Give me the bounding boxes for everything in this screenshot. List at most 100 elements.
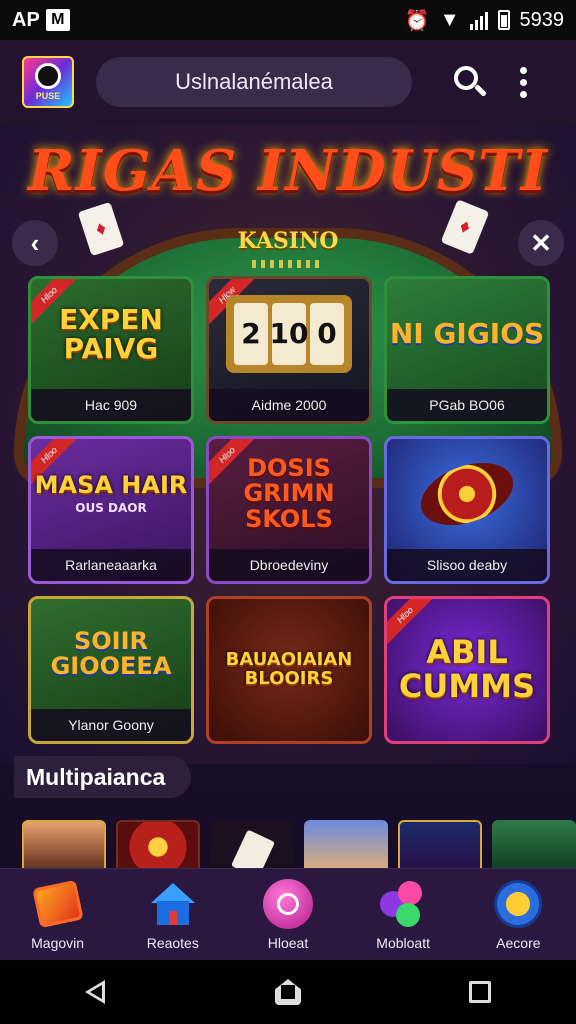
game-thumbnail[interactable]: [398, 820, 482, 874]
game-tile[interactable]: BAUAOIAIAN BLOOIRS: [206, 596, 372, 744]
game-caption: Hac 909: [31, 389, 191, 421]
bottom-nav: Magovin Reaotes Hloeat Mobloatt Aecore: [0, 868, 576, 960]
gmail-icon: M: [45, 9, 70, 31]
hero-banner: RIGAS INDUSTI KASINO ‹ ✕ Hloo EXPEN PAIV…: [0, 124, 576, 764]
bubble: [398, 880, 423, 905]
slot-reels: 2 10 0: [226, 295, 352, 373]
home-icon: [148, 879, 198, 929]
roulette-image: [387, 439, 547, 549]
home-roof: [150, 882, 195, 903]
game-logo: SOIIR GIOOEEA: [50, 626, 172, 680]
recents-icon[interactable]: [460, 972, 500, 1012]
game-logo: NI GIGIOS: [389, 317, 545, 351]
game-caption: Slisoo deaby: [387, 549, 547, 581]
screen: AP M ⏰ ▼ 5939 PUSE Uslnalanémalea RIGAS …: [0, 0, 576, 1024]
badge-icon: [493, 879, 543, 929]
multiplayer-row: [22, 820, 576, 874]
game-tile[interactable]: Hlcw 2 10 0 Aidme 2000: [206, 276, 372, 424]
system-nav-bar: [0, 960, 576, 1024]
game-tile[interactable]: Hloo ABIL CUMMS: [384, 596, 550, 744]
game-tile[interactable]: Hloo DOSIS GRIMN SKOLS Dbroedeviny: [206, 436, 372, 584]
circle-play-icon: [262, 878, 313, 929]
search-handle: [474, 84, 487, 97]
status-time: 5939: [519, 8, 565, 31]
more-options-icon[interactable]: [518, 66, 528, 98]
game-caption: Aidme 2000: [209, 389, 369, 421]
app-bar: PUSE Uslnalanémalea: [0, 40, 576, 124]
nav-label: Aecore: [496, 934, 541, 951]
home-button-icon[interactable]: [268, 972, 308, 1012]
nav-item-reaotes[interactable]: Reaotes: [123, 879, 223, 951]
hero-title: RIGAS INDUSTI: [27, 138, 549, 204]
roulette-icon: [412, 451, 522, 537]
search-icon[interactable]: [450, 62, 490, 102]
game-tile[interactable]: Slisoo deaby: [384, 436, 550, 584]
slot-machine-image: 2 10 0: [209, 279, 369, 389]
recents-square: [469, 981, 491, 1003]
game-caption: Rarlaneaaarka: [31, 549, 191, 581]
badge-shape: [494, 879, 543, 928]
game-tile[interactable]: Hloo MASA HAIR OUS DAOR Rarlaneaaarka: [28, 436, 194, 584]
nav-item-hloeat[interactable]: Hloeat: [238, 878, 338, 951]
slot-reel: 10: [270, 303, 308, 365]
app-logo[interactable]: PUSE: [22, 56, 74, 108]
back-icon[interactable]: [76, 972, 116, 1012]
slot-reel: 0: [310, 303, 344, 365]
nav-label: Mobloatt: [376, 934, 430, 951]
app-logo-text: PUSE: [35, 91, 61, 101]
slot-reel: 2: [234, 303, 268, 365]
game-caption: Dbroedeviny: [209, 549, 369, 581]
nav-item-magovin[interactable]: Magovin: [8, 879, 108, 951]
battery-icon: [497, 10, 510, 30]
table-label: KASINO: [237, 228, 339, 254]
game-thumbnail[interactable]: [492, 820, 576, 874]
game-thumbnail[interactable]: [116, 820, 200, 874]
game-logo: DOSIS GRIMN SKOLS: [243, 454, 335, 533]
bubbles-shape: [380, 880, 426, 927]
logo-ring-icon: [35, 63, 61, 89]
game-logo: ABIL CUMMS: [398, 633, 536, 705]
status-bar: AP M ⏰ ▼ 5939: [0, 0, 576, 40]
dot: [519, 78, 527, 86]
game-logo-sub: OUS DAOR: [75, 501, 147, 516]
search-bar[interactable]: Uslnalanémalea: [96, 57, 412, 107]
gift-icon: [31, 879, 84, 929]
game-thumbnail[interactable]: [304, 820, 388, 874]
table-label-decoration: [252, 260, 324, 268]
nav-label: Hloeat: [267, 934, 309, 951]
gift-shape: [31, 879, 84, 928]
bubble: [396, 902, 421, 927]
bubbles-icon: [378, 879, 428, 929]
nav-label: Reaotes: [146, 934, 199, 951]
game-tile[interactable]: Hloo EXPEN PAIVG Hac 909: [28, 276, 194, 424]
dot: [519, 90, 527, 98]
status-left: AP M: [12, 9, 70, 32]
close-icon[interactable]: ✕: [518, 220, 564, 266]
back-triangle: [85, 980, 107, 1004]
home-shape: [150, 882, 195, 925]
nav-label: Magovin: [31, 934, 85, 951]
inner-ring: [276, 892, 299, 915]
section-title: Multipaianca: [14, 756, 192, 798]
prev-arrow-icon[interactable]: ‹: [12, 220, 58, 266]
game-thumbnail[interactable]: [22, 820, 106, 874]
signal-icon: [469, 10, 488, 30]
home-outline: [275, 979, 301, 1005]
nav-item-aecore[interactable]: Aecore: [468, 879, 568, 951]
status-right: ⏰ ▼ 5939: [405, 8, 564, 33]
game-grid: Hloo EXPEN PAIVG Hac 909 Hlcw 2 10 0 Aid…: [28, 276, 550, 744]
game-caption: PGab BO06: [387, 389, 547, 421]
home-door: [168, 910, 177, 925]
game-logo: MASA HAIR: [34, 471, 188, 500]
alarm-icon: ⏰: [404, 9, 430, 32]
status-app-text: AP: [12, 8, 40, 31]
game-tile[interactable]: SOIIR GIOOEEA Ylanor Goony: [28, 596, 194, 744]
nav-item-mobloatt[interactable]: Mobloatt: [353, 879, 453, 951]
game-tile[interactable]: NI GIGIOS PGab BO06: [384, 276, 550, 424]
game-thumbnail[interactable]: [210, 820, 294, 874]
dot: [519, 66, 527, 74]
game-logo-block: MASA HAIR OUS DAOR: [31, 439, 191, 549]
wifi-icon: ▼: [439, 8, 460, 31]
circle-shape: [262, 878, 313, 929]
game-logo: EXPEN PAIVG: [59, 302, 163, 365]
